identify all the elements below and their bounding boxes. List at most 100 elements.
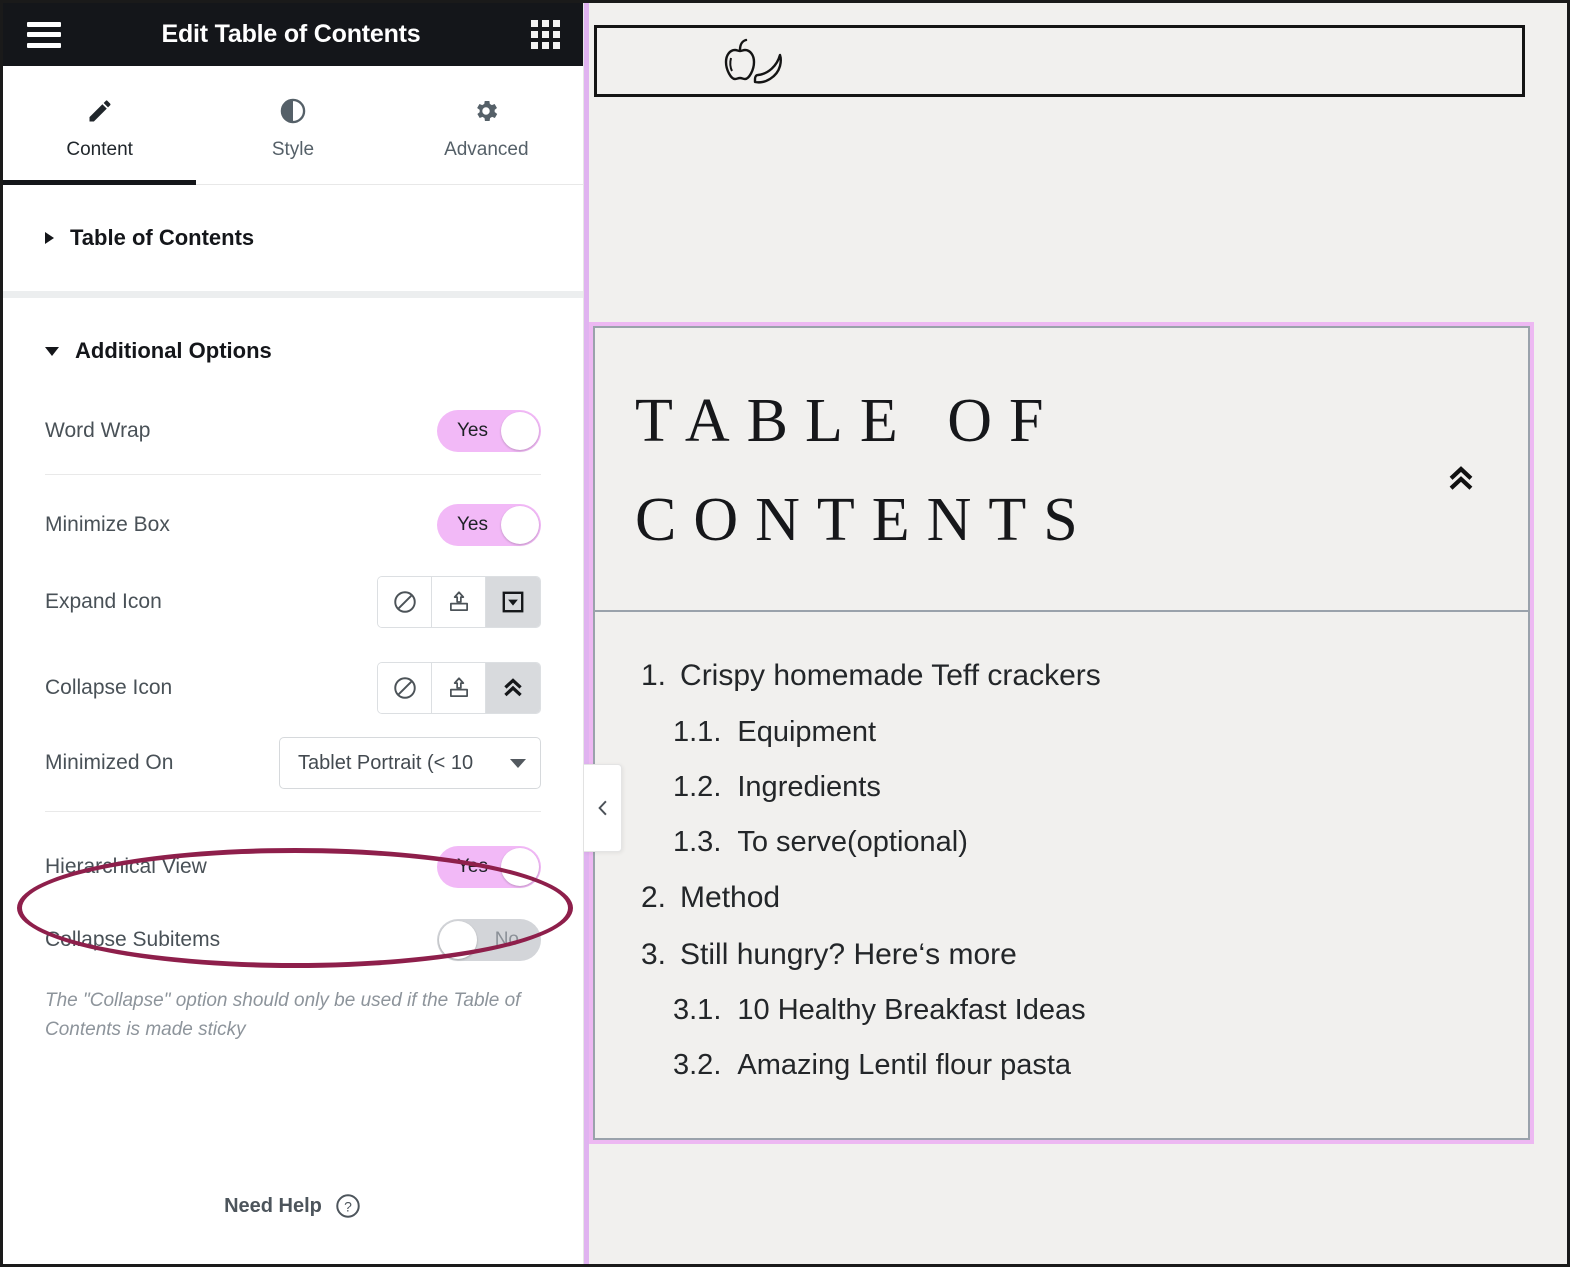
toc-title: TABLE OF CONTENTS: [635, 372, 1275, 570]
toc-header: TABLE OF CONTENTS: [595, 328, 1528, 612]
row-minimized-on: Minimized On Tablet Portrait (< 10: [45, 737, 541, 812]
icon-group-expand: [377, 576, 541, 628]
toc-list-item[interactable]: 3. Still hungry? Here‘s more: [595, 927, 1528, 984]
contrast-icon: [279, 97, 307, 125]
none-icon: [392, 589, 418, 615]
panel-collapse-handle[interactable]: [584, 764, 622, 852]
toggle-minimize-box[interactable]: Yes: [437, 504, 541, 546]
toc-list-item[interactable]: 1.2. Ingredients: [595, 760, 1528, 815]
elementor-editor-window: Edit Table of Contents Content Style: [0, 0, 1570, 1267]
page-preview-canvas: TABLE OF CONTENTS 1. Crispy homemade Tef…: [584, 3, 1567, 1264]
label-collapse-icon: Collapse Icon: [45, 676, 172, 700]
toc-item-text: Crispy homemade Teff crackers: [680, 656, 1528, 697]
need-help-label: Need Help: [224, 1195, 322, 1218]
toggle-minimize-box-value: Yes: [437, 514, 502, 536]
toc-list: 1. Crispy homemade Teff crackers 1.1. Eq…: [595, 612, 1528, 1138]
tab-content-label: Content: [66, 139, 133, 161]
toc-list-item[interactable]: 3.2. Amazing Lentil flour pasta: [595, 1038, 1528, 1093]
upload-icon: [446, 675, 472, 701]
section-header-table-of-contents[interactable]: Table of Contents: [45, 225, 541, 251]
toc-list-item[interactable]: 1.1. Equipment: [595, 705, 1528, 760]
row-collapse-icon: Collapse Icon: [45, 651, 541, 725]
none-icon-button[interactable]: [378, 663, 432, 713]
caret-down-icon: [45, 347, 59, 356]
toc-item-number: 2.: [641, 878, 666, 919]
toc-item-number: 1.3.: [673, 823, 721, 862]
site-logo-bar: [594, 25, 1525, 97]
label-minimize-box: Minimize Box: [45, 513, 170, 537]
row-collapse-subitems: Collapse Subitems No: [45, 912, 541, 968]
tab-advanced-label: Advanced: [444, 139, 529, 161]
toc-item-number: 1.2.: [673, 768, 721, 807]
double-chevron-up-icon-button[interactable]: [486, 663, 540, 713]
section-additional-options: Additional Options Word Wrap Yes Minimiz…: [3, 298, 583, 1166]
toggle-knob: [501, 412, 539, 450]
toc-item-number: 3.: [641, 935, 666, 976]
apps-grid-icon[interactable]: [531, 20, 561, 50]
toc-inner-frame: TABLE OF CONTENTS 1. Crispy homemade Tef…: [593, 326, 1530, 1140]
row-minimize-box: Minimize Box Yes: [45, 497, 541, 553]
section-title-table-of-contents: Table of Contents: [70, 225, 254, 251]
icon-group-collapse: [377, 662, 541, 714]
gear-icon: [472, 97, 500, 125]
pencil-icon: [86, 97, 114, 125]
upload-icon: [446, 589, 472, 615]
toc-item-text: Still hungry? Here‘s more: [680, 935, 1528, 976]
row-word-wrap: Word Wrap Yes: [45, 410, 541, 475]
double-chevron-up-icon: [1444, 462, 1478, 496]
toggle-word-wrap[interactable]: Yes: [437, 410, 541, 452]
chevron-down-icon: [510, 759, 526, 768]
section-table-of-contents[interactable]: Table of Contents: [3, 185, 583, 298]
toc-item-number: 1.: [641, 656, 666, 697]
section-header-additional-options[interactable]: Additional Options: [45, 338, 541, 364]
collapse-subitems-hint: The "Collapse" option should only be use…: [45, 986, 525, 1045]
toggle-hierarchical-view-value: Yes: [437, 856, 502, 878]
panel-title: Edit Table of Contents: [51, 20, 531, 49]
toggle-collapse-subitems-value: No: [481, 929, 541, 951]
toggle-hierarchical-view[interactable]: Yes: [437, 846, 541, 888]
toc-item-number: 3.1.: [673, 991, 721, 1030]
label-word-wrap: Word Wrap: [45, 419, 150, 443]
toc-collapse-button[interactable]: [1444, 462, 1478, 501]
label-hierarchical-view: Hierarchical View: [45, 855, 207, 879]
tab-style[interactable]: Style: [196, 66, 389, 184]
toc-item-number: 3.2.: [673, 1046, 721, 1085]
toggle-collapse-subitems[interactable]: No: [437, 919, 541, 961]
caret-down-square-icon: [500, 589, 526, 615]
toc-item-text: Method: [680, 878, 1528, 919]
row-hierarchical-view: Hierarchical View Yes: [45, 834, 541, 900]
label-expand-icon: Expand Icon: [45, 590, 162, 614]
apple-banana-icon: [715, 32, 793, 90]
toc-item-text: 10 Healthy Breakfast Ideas: [737, 991, 1528, 1030]
toggle-knob: [439, 921, 477, 959]
upload-icon-button[interactable]: [432, 577, 486, 627]
table-of-contents-widget[interactable]: TABLE OF CONTENTS 1. Crispy homemade Tef…: [589, 322, 1534, 1144]
need-help-button[interactable]: Need Help ?: [3, 1166, 583, 1264]
toggle-knob: [501, 848, 539, 886]
upload-icon-button[interactable]: [432, 663, 486, 713]
toc-item-text: Ingredients: [737, 768, 1528, 807]
none-icon-button[interactable]: [378, 577, 432, 627]
toc-item-number: 1.1.: [673, 713, 721, 752]
question-circle-icon: ?: [334, 1192, 362, 1220]
toc-item-text: Amazing Lentil flour pasta: [737, 1046, 1528, 1085]
toc-list-item[interactable]: 1. Crispy homemade Teff crackers: [595, 648, 1528, 705]
toc-list-item[interactable]: 2. Method: [595, 870, 1528, 927]
caret-right-icon: [45, 232, 54, 244]
none-icon: [392, 675, 418, 701]
label-minimized-on: Minimized On: [45, 751, 173, 775]
toc-list-item[interactable]: 1.3. To serve(optional): [595, 815, 1528, 870]
tab-advanced[interactable]: Advanced: [390, 66, 583, 184]
label-collapse-subitems: Collapse Subitems: [45, 928, 220, 952]
panel-tabs: Content Style Advanced: [3, 66, 583, 185]
toc-item-text: To serve(optional): [737, 823, 1528, 862]
tab-content[interactable]: Content: [3, 66, 196, 184]
select-minimized-on[interactable]: Tablet Portrait (< 10: [279, 737, 541, 789]
caret-down-square-icon-button[interactable]: [486, 577, 540, 627]
section-title-additional-options: Additional Options: [75, 338, 272, 364]
double-chevron-up-icon: [500, 675, 526, 701]
toggle-knob: [501, 506, 539, 544]
tab-style-label: Style: [272, 139, 314, 161]
select-minimized-on-value: Tablet Portrait (< 10: [298, 752, 473, 775]
toc-list-item[interactable]: 3.1. 10 Healthy Breakfast Ideas: [595, 983, 1528, 1038]
